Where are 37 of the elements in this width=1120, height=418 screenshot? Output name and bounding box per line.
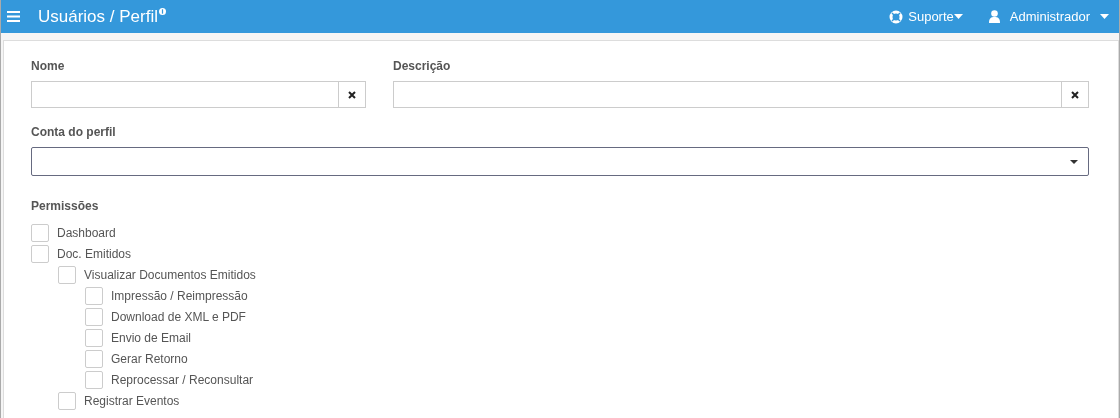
field-label: Descrição: [393, 59, 452, 73]
permission-label: Envio de Email: [111, 330, 192, 345]
caret-icon: [1070, 159, 1078, 164]
caret-icon[interactable]: [953, 14, 963, 19]
checkbox[interactable]: [58, 391, 76, 410]
field-label: Nome: [31, 59, 66, 73]
checkbox[interactable]: [58, 265, 76, 284]
permission-label: Download de XML e PDF: [111, 309, 246, 324]
permission-label: Dashboard: [57, 225, 116, 240]
permission-label: Reprocessar / Reconsultar: [111, 372, 254, 387]
text-field[interactable]: [393, 81, 1089, 108]
support-menu[interactable]: Suporte: [908, 9, 954, 24]
select-field[interactable]: [31, 147, 1089, 176]
checkbox[interactable]: [85, 286, 103, 305]
caret-icon[interactable]: [1100, 14, 1109, 19]
checkbox[interactable]: [85, 307, 103, 326]
permission-label: Impressão / Reimpressão: [111, 288, 248, 303]
permission-label: Registrar Eventos: [84, 393, 180, 408]
lifebuoy-icon[interactable]: [889, 9, 904, 24]
checkbox[interactable]: [85, 328, 103, 347]
menu-icon[interactable]: [7, 11, 20, 22]
checkbox[interactable]: [85, 349, 103, 368]
info-icon: [159, 8, 166, 15]
close-icon: [1071, 90, 1079, 99]
permission-label: Visualizar Documentos Emitidos: [84, 267, 256, 282]
checkbox[interactable]: [31, 223, 49, 242]
text-field[interactable]: [31, 81, 366, 108]
user-icon[interactable]: [988, 10, 1000, 23]
permission-label: Gerar Retorno: [111, 351, 188, 366]
checkbox[interactable]: [85, 370, 103, 389]
checkbox[interactable]: [31, 244, 49, 263]
section-label: Permissões: [31, 199, 100, 213]
page-title: Usuários / Perfil: [38, 6, 158, 27]
field-label: Conta do perfil: [31, 125, 117, 139]
close-icon: [348, 90, 356, 99]
permission-label: Doc. Emitidos: [57, 246, 132, 261]
user-menu[interactable]: Administrador: [1009, 9, 1090, 24]
